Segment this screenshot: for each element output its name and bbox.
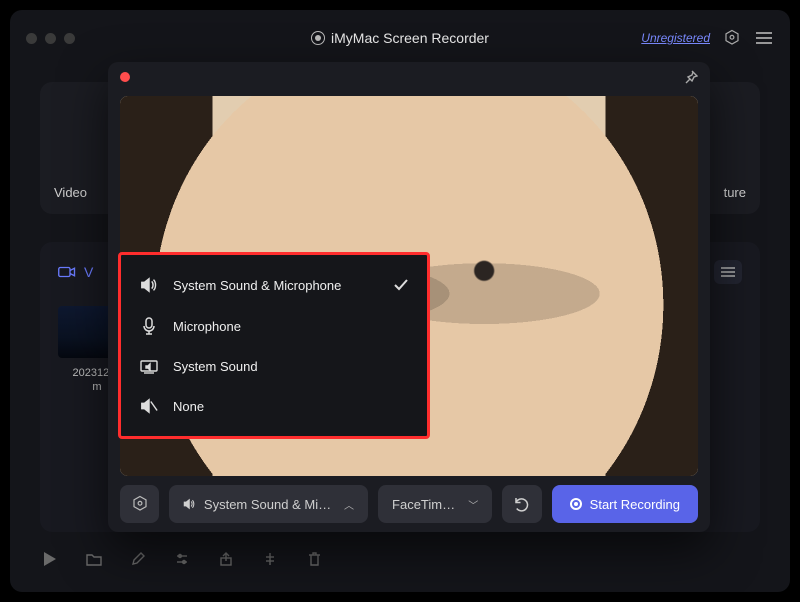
check-icon [393,278,409,292]
unregistered-link[interactable]: Unregistered [641,31,710,45]
minimize-window-dot[interactable] [45,33,56,44]
audio-option-system-sound[interactable]: System Sound [129,347,419,386]
edit-icon[interactable] [128,549,148,569]
chevron-down-icon: ﹀ [468,497,478,512]
titlebar: iMyMac Screen Recorder Unregistered [10,10,790,66]
play-icon[interactable] [40,549,60,569]
trash-icon[interactable] [304,549,324,569]
system-sound-icon [139,360,159,374]
close-window-dot[interactable] [26,33,37,44]
audio-option-microphone[interactable]: Microphone [129,305,419,347]
start-recording-button[interactable]: Start Recording [552,485,698,523]
mode-card-4-label: ture [724,185,746,200]
start-recording-label: Start Recording [590,497,680,512]
undo-icon [513,495,531,513]
speaker-icon [139,277,159,293]
folder-icon[interactable] [84,549,104,569]
audio-source-menu: System Sound & Microphone Microphone Sys… [118,252,430,439]
app-logo-icon [311,31,325,45]
audio-option-label: System Sound [173,359,258,374]
audio-source-label: System Sound & Microphone [204,497,336,512]
maximize-window-dot[interactable] [64,33,75,44]
compress-icon[interactable] [260,549,280,569]
mute-icon [139,398,159,414]
speaker-icon [183,497,196,511]
audio-option-none[interactable]: None [129,386,419,426]
sliders-icon[interactable] [172,549,192,569]
recorder-controls: System Sound & Microphone ︿ FaceTime … ﹀… [108,476,710,532]
pin-icon[interactable] [684,70,698,84]
camera-source-dropdown[interactable]: FaceTime … ﹀ [378,485,492,523]
reset-button[interactable] [502,485,541,523]
microphone-icon [139,317,159,335]
camera-source-label: FaceTime … [392,497,460,512]
record-icon [570,498,582,510]
export-icon[interactable] [216,549,236,569]
audio-source-dropdown[interactable]: System Sound & Microphone ︿ [169,485,368,523]
audio-option-label: System Sound & Microphone [173,278,341,293]
settings-hex-icon[interactable] [722,28,742,48]
recorder-settings-button[interactable] [120,485,159,523]
gear-hex-icon [131,495,149,513]
recorder-panel: System Sound & Microphone ︿ FaceTime … ﹀… [108,62,710,532]
library-tab-label[interactable]: V [84,264,93,280]
recording-indicator-icon [120,72,130,82]
audio-option-system-and-mic[interactable]: System Sound & Microphone [129,265,419,305]
menu-icon[interactable] [754,28,774,48]
bottom-toolbar [40,544,760,574]
app-title-text: iMyMac Screen Recorder [331,30,489,46]
window-controls[interactable] [26,33,75,44]
recorder-titlebar [108,62,710,92]
audio-option-label: None [173,399,204,414]
view-list-button[interactable] [714,260,742,284]
audio-option-label: Microphone [173,319,241,334]
mode-card-video-label: Video [54,185,87,200]
video-icon [58,265,76,279]
chevron-up-icon: ︿ [344,497,354,512]
